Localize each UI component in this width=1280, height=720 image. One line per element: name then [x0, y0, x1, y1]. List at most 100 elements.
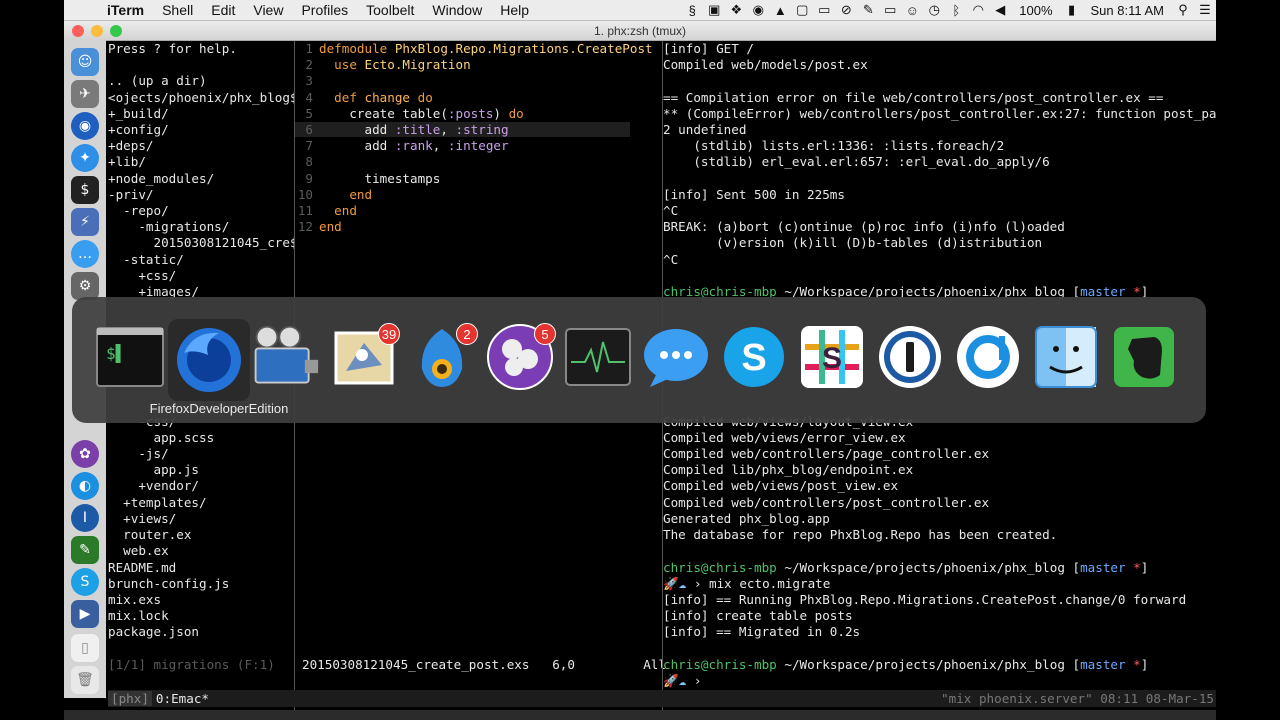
tree-item[interactable]: +vendor/ [108, 478, 199, 493]
tree-item[interactable]: package.json [108, 624, 199, 639]
switcher-textual[interactable]: 5 [484, 321, 556, 393]
switcher-evernote[interactable] [1108, 321, 1180, 393]
close-window-button[interactable] [72, 25, 84, 37]
alfred-icon[interactable]: ⚡ [71, 208, 99, 236]
switcher-messages[interactable] [640, 321, 712, 393]
window-icon[interactable]: ▢ [791, 2, 813, 18]
switcher-activity-monitor[interactable] [562, 321, 634, 393]
tree-item[interactable]: app.scss [108, 430, 214, 445]
tree-item[interactable]: +templates/ [108, 495, 206, 510]
volume-icon[interactable]: ◀ [989, 2, 1011, 18]
evernote-dock-icon[interactable]: ✎ [71, 536, 99, 564]
drive-icon[interactable]: ▲ [769, 3, 791, 18]
line-number: 6 [305, 122, 313, 138]
tree-item[interactable]: 20150308121045_cre$ [108, 235, 294, 250]
finder-icon[interactable]: ☺ [71, 48, 99, 76]
log-line: [info] == Migrated in 0.2s [663, 624, 861, 640]
spotlight-search-icon[interactable]: ⚲ [1172, 2, 1194, 18]
minimize-window-button[interactable] [91, 25, 103, 37]
tree-item[interactable]: +views/ [108, 511, 176, 526]
onepassword-icon[interactable]: ◉ [747, 2, 769, 18]
switcher-tweetbot[interactable]: 2 [406, 321, 478, 393]
airmail-icon[interactable]: ▣ [703, 2, 725, 18]
camera-icon[interactable]: ▭ [813, 2, 835, 18]
tree-item[interactable]: README.md [108, 560, 176, 575]
svg-text:$▌: $▌ [106, 343, 125, 363]
tree-item[interactable]: -static/ [108, 252, 184, 267]
wifi-icon[interactable]: ◠ [967, 2, 989, 18]
rdio-icon[interactable]: ◐ [71, 472, 99, 500]
tree-item[interactable]: brunch-config.js [108, 576, 229, 591]
switcher-mail[interactable]: 39 [328, 321, 400, 393]
launchpad-icon[interactable]: ✈ [71, 80, 99, 108]
tree-item[interactable]: router.ex [108, 527, 191, 542]
battery-percent[interactable]: 100% [1011, 3, 1060, 18]
tree-item[interactable]: mix.exs [108, 592, 161, 607]
screenflow-dock-icon[interactable]: ▶ [71, 600, 99, 628]
sync-icon[interactable]: ⊘ [835, 2, 857, 18]
tree-item[interactable]: +lib/ [108, 154, 146, 169]
bluetooth-icon[interactable]: ᛒ [945, 3, 967, 18]
switcher-1password[interactable] [874, 321, 946, 393]
tree-item[interactable]: +_build/ [108, 106, 169, 121]
firefox-developer-icon[interactable]: ◉ [71, 112, 99, 140]
script-icon[interactable]: § [681, 3, 703, 18]
tmux-session[interactable]: [phx] [108, 691, 152, 706]
tree-item[interactable]: +config/ [108, 122, 169, 137]
editor-cursor-position: 6,0 [552, 657, 575, 672]
switcher-finder[interactable] [1030, 321, 1102, 393]
prompt-branch: master [1080, 559, 1126, 575]
menu-help[interactable]: Help [491, 2, 538, 18]
tree-item[interactable]: -js/ [108, 446, 168, 461]
onepassword-dock-icon[interactable]: Ⅰ [71, 504, 99, 532]
menu-app-iterm[interactable]: iTerm [98, 2, 153, 18]
tree-item[interactable]: +node_modules/ [108, 171, 214, 186]
document-icon[interactable]: ▯ [71, 634, 99, 662]
tree-item[interactable]: -repo/ [108, 203, 169, 218]
switcher-screenflow[interactable] [248, 321, 320, 393]
menu-profiles[interactable]: Profiles [292, 2, 357, 18]
tree-item[interactable]: web.ex [108, 543, 169, 558]
tree-item[interactable]: -priv/ [108, 187, 154, 202]
switcher-rdio[interactable] [952, 321, 1024, 393]
trash-icon[interactable]: 🗑 [71, 666, 99, 694]
tree-item[interactable]: +deps/ [108, 138, 154, 153]
menu-shell[interactable]: Shell [153, 2, 202, 18]
tweetbot-icon[interactable]: ✿ [71, 440, 99, 468]
menu-toolbelt[interactable]: Toolbelt [357, 2, 423, 18]
tree-item-up-dir[interactable]: .. (up a dir) [108, 73, 207, 88]
menu-edit[interactable]: Edit [202, 2, 244, 18]
log-line: Generated phx_blog.app [663, 510, 830, 526]
menu-window[interactable]: Window [423, 2, 491, 18]
skype-dock-icon[interactable]: S [71, 568, 99, 596]
zoom-window-button[interactable] [110, 25, 122, 37]
tmux-window-tab[interactable]: 0:Emac* [152, 691, 213, 706]
tree-item[interactable]: -migrations/ [108, 219, 229, 234]
time-machine-icon[interactable]: ◷ [923, 2, 945, 18]
switcher-iterm[interactable]: $▌ [94, 321, 166, 393]
messages-icon[interactable]: … [71, 240, 99, 268]
system-preferences-icon[interactable]: ⚙ [71, 272, 99, 300]
menu-view[interactable]: View [244, 2, 292, 18]
tree-item[interactable]: app.js [108, 462, 199, 477]
editor-status-line: 20150308121045_create_post.exs 6,0 All [294, 657, 666, 673]
evernote-icon[interactable]: ✎ [857, 2, 879, 18]
tree-item[interactable]: mix.lock [108, 608, 169, 623]
prompt-dirty: * [1133, 656, 1141, 672]
dropbox-icon[interactable]: ❖ [725, 2, 747, 18]
line-number: 7 [305, 138, 313, 154]
iterm-icon[interactable]: $ [71, 176, 99, 204]
tree-item[interactable]: +css/ [108, 268, 176, 283]
notification-center-icon[interactable]: ☰ [1194, 2, 1216, 18]
clock[interactable]: Sun 8:11 AM [1083, 3, 1172, 18]
display-icon[interactable]: ▭ [879, 2, 901, 18]
safari-icon[interactable]: ✦ [71, 144, 99, 172]
accessibility-icon[interactable]: ☺ [901, 3, 923, 18]
editor-status-file: 20150308121045_create_post.exs [302, 657, 530, 672]
battery-icon[interactable]: ▮ [1061, 2, 1083, 18]
line-number: 3 [305, 73, 313, 89]
switcher-skype[interactable]: S [718, 321, 790, 393]
switcher-firefox-developer-edition[interactable] [168, 319, 250, 401]
switcher-slack[interactable]: S [796, 321, 868, 393]
log-line: [info] Sent 500 in 225ms [663, 186, 845, 202]
